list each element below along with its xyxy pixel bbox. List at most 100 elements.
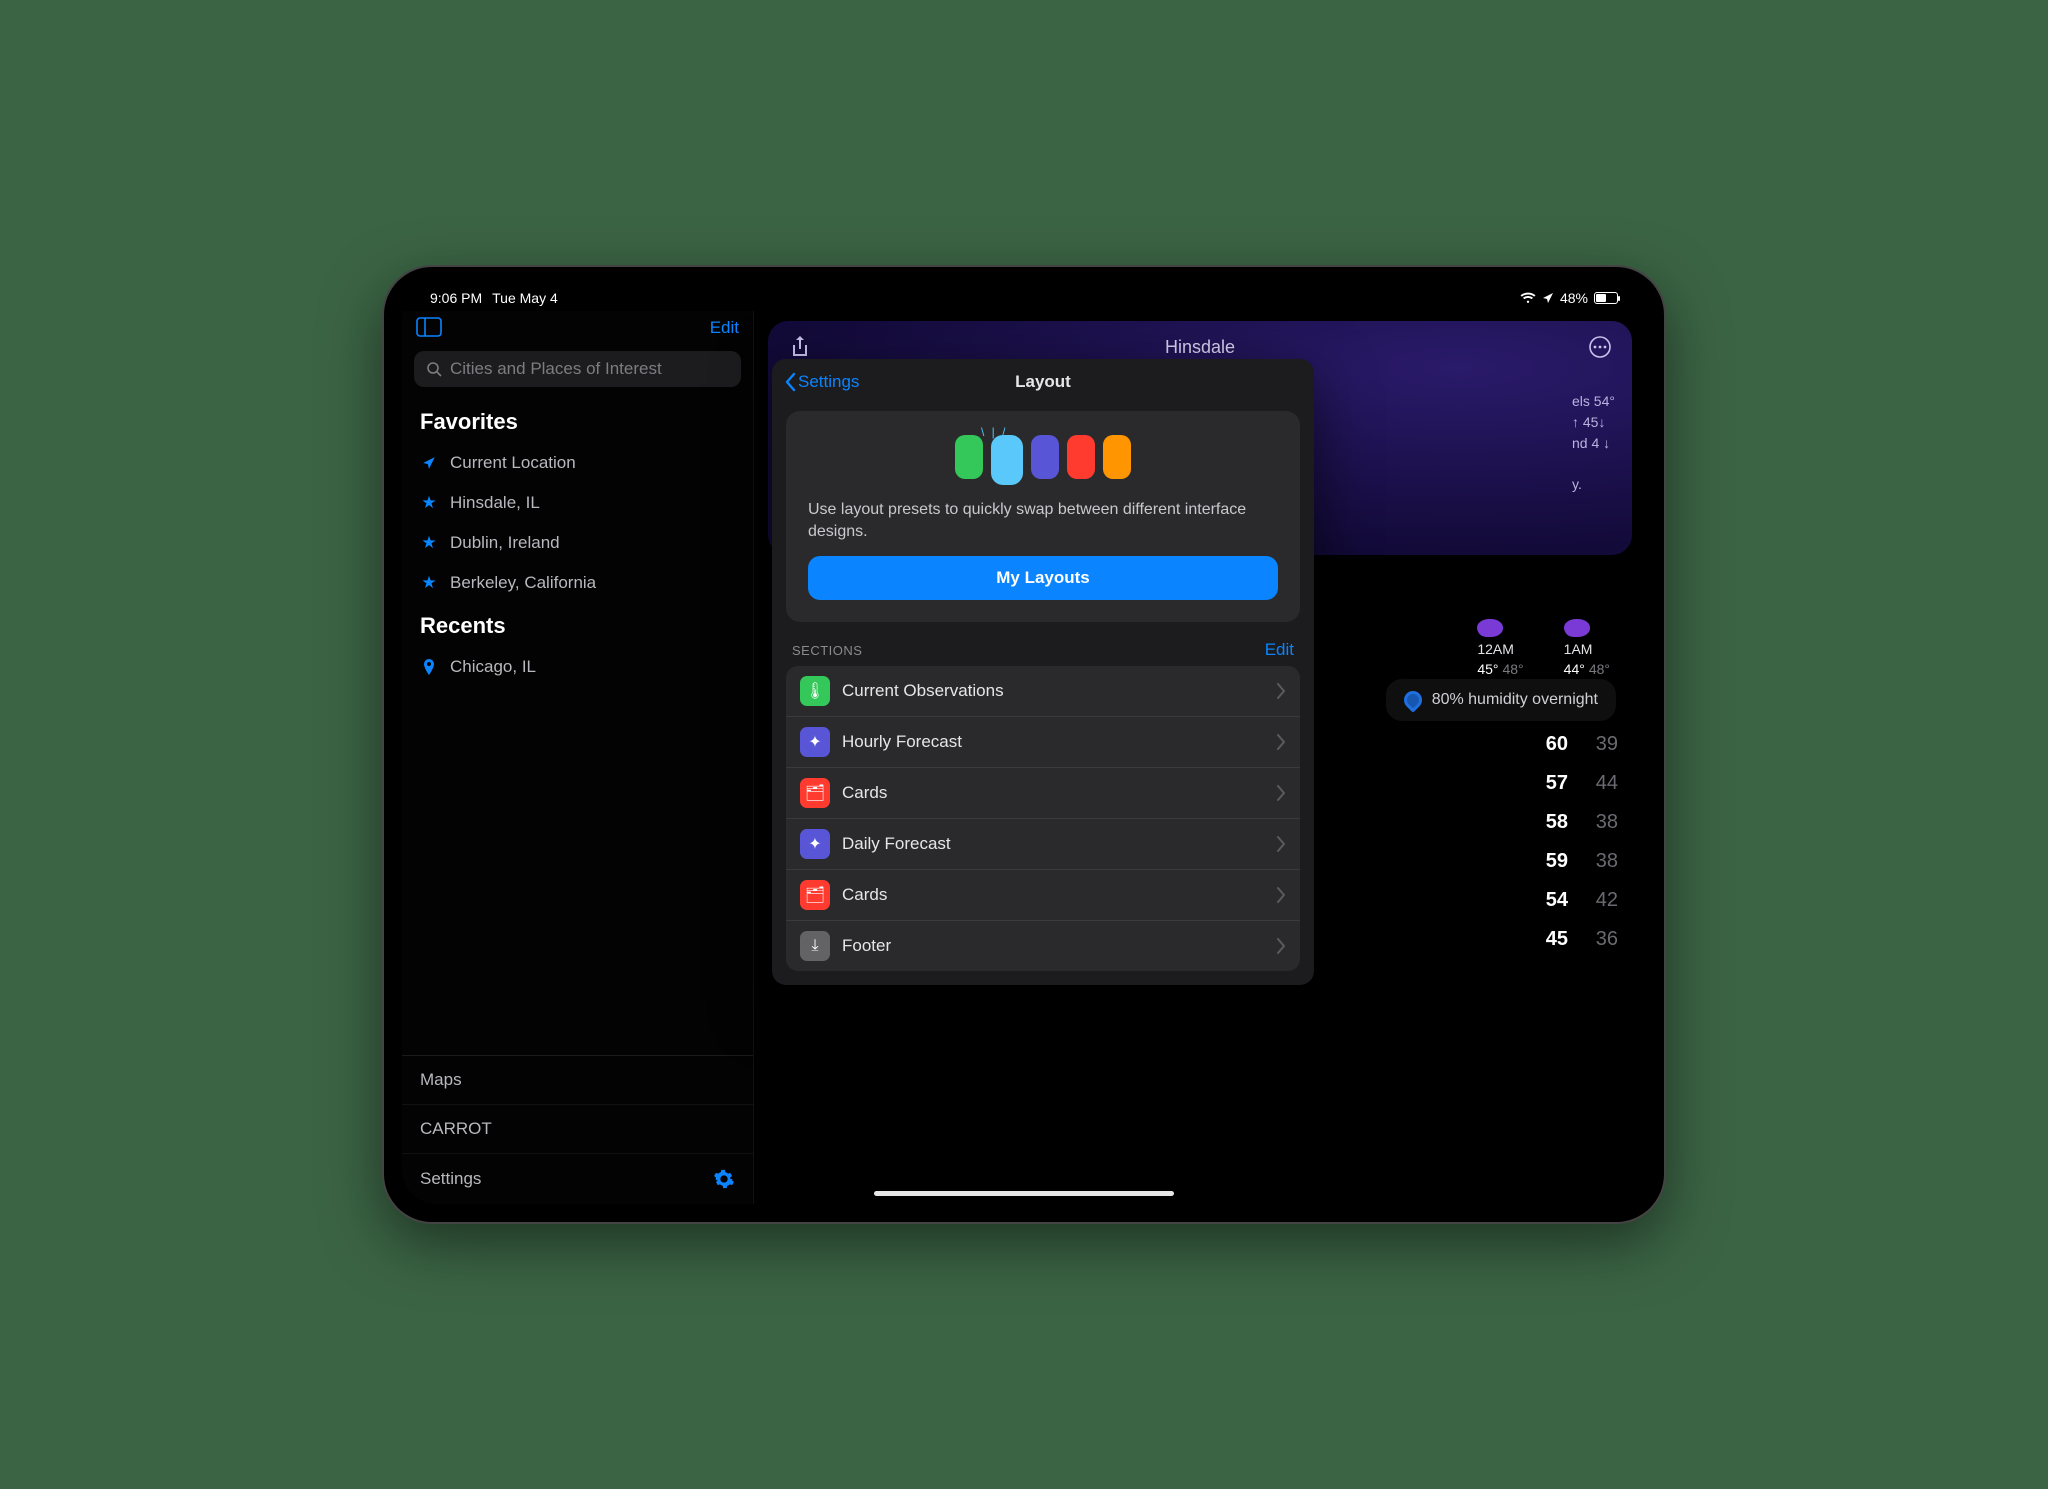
- favorites-heading: Favorites: [420, 409, 735, 435]
- hour-cell[interactable]: 12AM 45°48°: [1477, 619, 1523, 677]
- recents-heading: Recents: [420, 613, 735, 639]
- star-icon: ★: [420, 493, 438, 513]
- search-placeholder: Cities and Places of Interest: [450, 359, 662, 379]
- pin-icon: [420, 659, 438, 675]
- obs-line: y.: [1572, 474, 1646, 495]
- section-item[interactable]: ✦ Daily Forecast: [786, 819, 1300, 870]
- preset-blob: [1031, 435, 1059, 479]
- section-icon: ⤓: [800, 931, 830, 961]
- back-button[interactable]: Settings: [784, 372, 859, 392]
- moon-icon: [1564, 619, 1590, 637]
- sidebar-maps[interactable]: Maps: [402, 1056, 753, 1105]
- hour-label: 1AM: [1564, 641, 1610, 657]
- daily-lo: 42: [1568, 889, 1618, 912]
- section-icon: 🌡: [800, 676, 830, 706]
- daily-lo: 44: [1568, 772, 1618, 795]
- section-icon: ✦: [800, 727, 830, 757]
- sidebar-carrot[interactable]: CARROT: [402, 1105, 753, 1154]
- favorite-label: Current Location: [450, 453, 576, 473]
- search-icon: [426, 361, 442, 377]
- section-item[interactable]: 🌡 Current Observations: [786, 666, 1300, 717]
- favorite-label: Hinsdale, IL: [450, 493, 540, 513]
- back-label: Settings: [798, 372, 859, 392]
- hour-cell[interactable]: 1AM 44°48°: [1564, 619, 1610, 677]
- section-icon: ✦: [800, 829, 830, 859]
- recent-item[interactable]: Chicago, IL: [416, 647, 739, 687]
- section-label: Cards: [842, 885, 887, 905]
- home-indicator[interactable]: [874, 1191, 1174, 1196]
- favorite-item[interactable]: ★ Berkeley, California: [416, 563, 739, 603]
- location-arrow-icon: [1542, 292, 1554, 304]
- recent-label: Chicago, IL: [450, 657, 536, 677]
- search-input[interactable]: Cities and Places of Interest: [414, 351, 741, 387]
- section-icon: 🗂: [800, 880, 830, 910]
- section-item[interactable]: ✦ Hourly Forecast: [786, 717, 1300, 768]
- droplet-icon: [1400, 687, 1425, 712]
- battery-icon: [1594, 292, 1618, 304]
- chevron-right-icon: [1277, 836, 1286, 852]
- star-icon: ★: [420, 533, 438, 553]
- obs-line: nd 4 ↓: [1572, 433, 1646, 454]
- section-item[interactable]: ⤓ Footer: [786, 921, 1300, 971]
- layout-popover: Settings Layout \ | / Use layout presets…: [772, 359, 1314, 985]
- chevron-right-icon: [1277, 887, 1286, 903]
- hour-label: 12AM: [1477, 641, 1523, 657]
- humidity-chip[interactable]: 80% humidity overnight: [1386, 679, 1616, 721]
- favorite-label: Dublin, Ireland: [450, 533, 560, 553]
- preset-blob: [955, 435, 983, 479]
- section-icon: 🗂: [800, 778, 830, 808]
- preset-blob: [1067, 435, 1095, 479]
- sections-list: 🌡 Current Observations ✦ Hourly Forecast 🗂 Ca…: [786, 666, 1300, 971]
- share-button[interactable]: [786, 333, 814, 361]
- daily-hi: 59: [1508, 850, 1568, 873]
- status-bar: 9:06 PM Tue May 4 48%: [402, 285, 1646, 311]
- chevron-right-icon: [1277, 785, 1286, 801]
- moon-icon: [1477, 619, 1503, 637]
- chevron-right-icon: [1277, 734, 1286, 750]
- sidebar-edit-button[interactable]: Edit: [710, 318, 739, 338]
- sidebar-toggle-icon[interactable]: [416, 317, 442, 339]
- section-label: Footer: [842, 936, 891, 956]
- obs-line: els 54°: [1572, 391, 1646, 412]
- section-item[interactable]: 🗂 Cards: [786, 870, 1300, 921]
- chevron-right-icon: [1277, 683, 1286, 699]
- preset-card: \ | / Use layout presets to quickly swap…: [786, 411, 1300, 622]
- sections-edit-button[interactable]: Edit: [1265, 640, 1294, 660]
- section-label: Cards: [842, 783, 887, 803]
- preset-description: Use layout presets to quickly swap betwe…: [808, 499, 1278, 542]
- daily-lo: 38: [1568, 811, 1618, 834]
- sidebar: Edit Cities and Places of Interest Favor…: [402, 311, 754, 1204]
- daily-lo: 38: [1568, 850, 1618, 873]
- my-layouts-button[interactable]: My Layouts: [808, 556, 1278, 600]
- humidity-text: 80% humidity overnight: [1432, 691, 1598, 709]
- daily-hi: 60: [1508, 733, 1568, 756]
- section-item[interactable]: 🗂 Cards: [786, 768, 1300, 819]
- section-label: Hourly Forecast: [842, 732, 962, 752]
- daily-hi: 57: [1508, 772, 1568, 795]
- status-date: Tue May 4: [492, 290, 558, 306]
- preset-blob: [991, 435, 1023, 485]
- favorite-current-location[interactable]: Current Location: [416, 443, 739, 483]
- ipad-frame: 9:06 PM Tue May 4 48%: [384, 267, 1664, 1222]
- city-title: Hinsdale: [814, 337, 1586, 358]
- daily-hi: 45: [1508, 928, 1568, 951]
- daily-hi: 54: [1508, 889, 1568, 912]
- favorite-item[interactable]: ★ Hinsdale, IL: [416, 483, 739, 523]
- preset-blobs: \ | /: [808, 435, 1278, 485]
- section-label: Current Observations: [842, 681, 1004, 701]
- screen: 9:06 PM Tue May 4 48%: [402, 285, 1646, 1204]
- hourly-strip[interactable]: 12AM 45°48° 1AM 44°48° 2A 43: [1477, 619, 1646, 677]
- chevron-right-icon: [1277, 938, 1286, 954]
- daily-lo: 36: [1568, 928, 1618, 951]
- location-arrow-icon: [420, 456, 438, 470]
- favorite-item[interactable]: ★ Dublin, Ireland: [416, 523, 739, 563]
- sections-title: SECTIONS: [792, 643, 862, 658]
- daily-lo: 39: [1568, 733, 1618, 756]
- obs-line: ↑ 45↓: [1572, 412, 1646, 433]
- star-icon: ★: [420, 573, 438, 593]
- section-label: Daily Forecast: [842, 834, 951, 854]
- favorite-label: Berkeley, California: [450, 573, 596, 593]
- sidebar-settings[interactable]: Settings: [402, 1154, 753, 1204]
- spark-icon: \ | /: [981, 425, 1007, 439]
- preset-blob: [1103, 435, 1131, 479]
